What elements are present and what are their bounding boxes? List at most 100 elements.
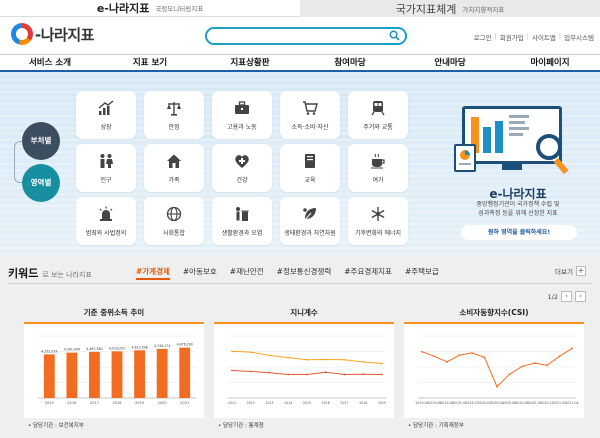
globe-icon — [166, 206, 182, 221]
tile-climate[interactable]: 기후변화와 에너지 — [348, 197, 408, 245]
data-point — [508, 373, 511, 376]
people-icon — [100, 153, 113, 168]
prev-page-button[interactable]: ‹ — [561, 291, 572, 302]
sitemap-link[interactable]: 사이트맵 — [532, 32, 556, 42]
tick-label: 2020.10 — [528, 401, 541, 405]
magnifier-icon — [536, 134, 562, 160]
tile-social-integration[interactable]: 사회통합 — [144, 197, 204, 245]
more-label: 더보기 — [555, 268, 573, 276]
keyword-tag[interactable]: #재난안전 — [230, 266, 264, 280]
tick-label: 2019.06 — [428, 401, 441, 405]
card-title: 기준 중위소득 추이 — [83, 308, 145, 317]
chart-card-median-income[interactable]: 기준 중위소득 추이 4,222,533 2015 4,391,434 2016 4,4… — [24, 305, 204, 433]
nav-dashboard[interactable]: 지표상황판 — [200, 55, 300, 70]
card-chart-area: 4,222,533 2015 4,391,434 2016 4,467,380 2017 4… — [24, 322, 204, 418]
tile-housing[interactable]: 주거와 교통 — [348, 91, 408, 139]
tile-label: 안정 — [168, 123, 180, 131]
tile-family[interactable]: 가족 — [144, 144, 204, 192]
data-point — [343, 373, 346, 376]
tick-label: 2020.06 — [503, 401, 516, 405]
nav-view-indicators[interactable]: 지표 보기 — [100, 55, 200, 70]
bar-chart: 4,222,533 2015 4,391,434 2016 4,467,380 2017 4… — [38, 335, 196, 405]
data-point — [362, 373, 365, 376]
keyword-subtitle: 로 보는 나라지표 — [42, 271, 92, 279]
tick-label: 2013 — [265, 401, 273, 405]
tile-label: 소득·소비·자산 — [291, 123, 329, 131]
more-link[interactable]: 더보기 + — [555, 266, 586, 276]
site-logo[interactable]: -나라지표 — [11, 23, 94, 45]
data-point — [324, 358, 327, 361]
nav-participation[interactable]: 참여마당 — [300, 55, 400, 70]
data-point — [324, 371, 327, 374]
work-system-link[interactable]: 업무시스템 — [564, 32, 594, 42]
tick-label: 2016 — [322, 401, 330, 405]
tile-label: 기후변화와 에너지 — [354, 229, 402, 237]
search-input[interactable] — [213, 30, 383, 42]
data-point — [521, 365, 523, 368]
data-point — [571, 347, 573, 350]
magnifier-handle — [553, 157, 569, 175]
tick-label: 2012 — [247, 401, 255, 405]
tick-label: 2019.08 — [440, 401, 453, 405]
tab-national-indicators[interactable]: 국가지표체계 가치지향적지표 — [300, 0, 600, 17]
tile-population[interactable]: 인구 — [76, 144, 136, 192]
keyword-tag[interactable]: #정보통신경쟁력 — [277, 266, 332, 280]
tile-health[interactable]: 건강 — [212, 144, 272, 192]
tab-e-narajipyo[interactable]: e-나라지표 국정모니터링지표 — [0, 0, 300, 17]
data-point — [268, 371, 271, 374]
tick-label: 2019.12 — [465, 401, 478, 405]
tile-label: 여가 — [372, 176, 384, 184]
divider: | — [558, 32, 562, 40]
site-header: -나라지표 로그인 | 회원가입 | 사이트맵 | 업무시스템 — [0, 17, 600, 54]
search-icon[interactable] — [389, 30, 400, 41]
data-point — [421, 350, 423, 353]
keyword-tag[interactable]: #아동보호 — [183, 266, 217, 280]
tile-living-environment[interactable]: 생활환경과 오염 — [212, 197, 272, 245]
signup-link[interactable]: 회원가입 — [500, 32, 524, 42]
tile-growth[interactable]: 성장 — [76, 91, 136, 139]
logo-text: -나라지표 — [35, 25, 94, 44]
tile-employment[interactable]: 고용과 노동 — [212, 91, 272, 139]
next-page-button[interactable]: › — [575, 291, 586, 302]
tick-label: 2021.04 — [565, 401, 578, 405]
card-source: • 담당기관 : 기획재정부 — [408, 423, 464, 429]
tile-stability[interactable]: 안정 — [144, 91, 204, 139]
by-ministry-button[interactable]: 부처별 — [22, 122, 60, 160]
series-line — [231, 350, 383, 365]
data-point — [287, 373, 290, 376]
coffee-cup-icon — [371, 153, 385, 168]
tick-label: 2017 — [340, 401, 348, 405]
bar — [66, 352, 78, 398]
train-icon — [371, 100, 385, 115]
tick-label: 2019.04 — [415, 401, 428, 405]
tick-label: 2020 — [158, 401, 168, 405]
data-label: 4,613,536 — [131, 345, 147, 349]
tick-label: 2018 — [112, 401, 122, 405]
tile-ecology[interactable]: 생태환경과 자연자원 — [280, 197, 340, 245]
data-point — [471, 352, 473, 354]
tick-label: 2020.12 — [540, 401, 553, 405]
tile-education[interactable]: 교육 — [280, 144, 340, 192]
data-point — [558, 355, 561, 358]
keyword-heading: 키워드 로 보는 나라지표 — [8, 265, 92, 281]
tile-leisure[interactable]: 여가 — [348, 144, 408, 192]
keyword-tag[interactable]: #주택보급 — [405, 266, 439, 280]
login-link[interactable]: 로그인 — [474, 32, 492, 42]
by-area-button[interactable]: 영역별 — [22, 164, 60, 202]
book-icon — [305, 153, 315, 168]
tile-income[interactable]: 소득·소비·자산 — [280, 91, 340, 139]
tick-label: 2014 — [284, 401, 292, 405]
chart-card-gini[interactable]: 지니계수 2011 2012 2013 2014 2015 2016 2017 2018 201… — [214, 305, 394, 433]
bar — [134, 350, 145, 398]
data-point — [249, 351, 252, 354]
keyword-tag-active[interactable]: #가계경제 — [136, 266, 170, 280]
nav-mypage[interactable]: 마이페이지 — [500, 55, 600, 70]
nav-service-intro[interactable]: 서비스 소개 — [0, 55, 100, 70]
promo-button[interactable]: 원하 영역을 클릭하세요! — [461, 225, 577, 240]
tile-crime[interactable]: 범죄와 사법정의 — [76, 197, 136, 245]
snowflake-icon — [371, 206, 385, 221]
keyword-tag[interactable]: #주요경제지표 — [344, 266, 392, 280]
card-title: 지니계수 — [290, 308, 318, 317]
chart-card-csi[interactable]: 소비자동향지수(CSI) 2019.04 2019.06 2019.08 2019.1… — [404, 305, 584, 433]
nav-guide[interactable]: 안내마당 — [400, 55, 500, 70]
